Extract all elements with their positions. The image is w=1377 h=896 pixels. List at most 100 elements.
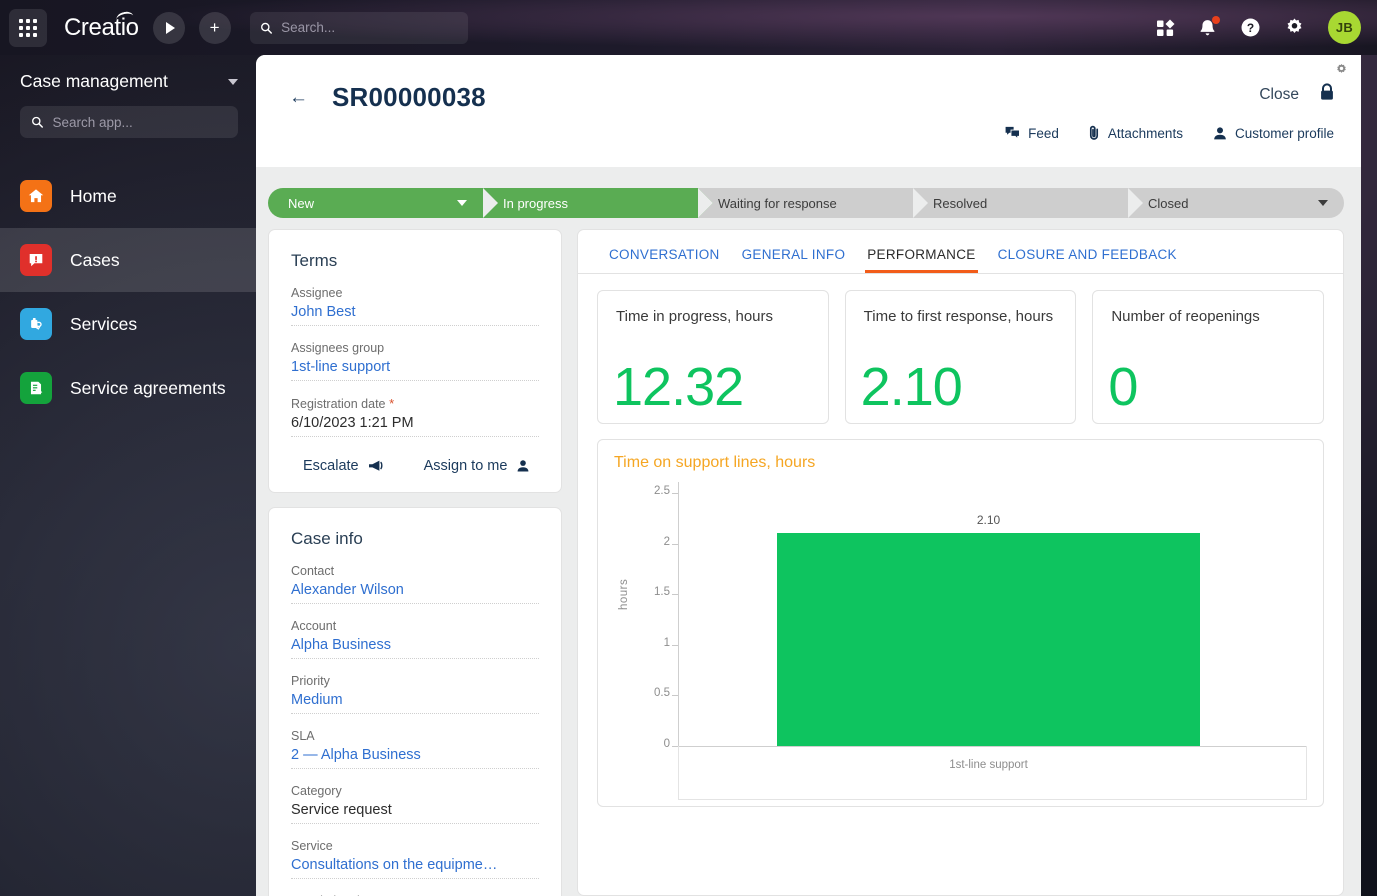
- metric-label: Time in progress, hours: [616, 308, 774, 325]
- notification-badge: [1212, 15, 1220, 24]
- metric-time-in-progress: Time in progress, hours 12.32: [597, 290, 829, 424]
- field-label: SLA: [291, 729, 315, 743]
- y-axis-tick-mark: [672, 644, 678, 646]
- scrollbar-thumb[interactable]: [1353, 113, 1359, 147]
- agreement-icon: [20, 372, 52, 404]
- app-grid-button[interactable]: [9, 8, 47, 47]
- bar[interactable]: [777, 533, 1200, 746]
- global-search[interactable]: [249, 11, 468, 44]
- help-button[interactable]: ?: [1240, 17, 1261, 38]
- field-value[interactable]: 2 — Alpha Business: [291, 747, 539, 763]
- app-selector[interactable]: Case management: [0, 55, 256, 102]
- y-axis-tick-label: 1: [663, 636, 670, 649]
- app-search[interactable]: [20, 106, 238, 138]
- attachments-button[interactable]: Attachments: [1089, 125, 1183, 141]
- y-axis-tick-mark: [672, 543, 678, 545]
- field-sla: SLA 2 — Alpha Business: [291, 714, 539, 769]
- stage-in-progress[interactable]: In progress: [483, 188, 713, 218]
- home-icon: [20, 180, 52, 212]
- svg-text:?: ?: [1247, 21, 1254, 35]
- metric-value: 2.10: [860, 356, 963, 417]
- field-value[interactable]: 1st-line support: [291, 359, 539, 375]
- chart-card: Time on support lines, hours hours 2.5 2 1…: [597, 439, 1324, 807]
- sidebar-item-home[interactable]: Home: [0, 164, 256, 228]
- tab-conversation[interactable]: CONVERSATION: [598, 247, 731, 273]
- stage-label: In progress: [503, 195, 569, 211]
- feed-label: Feed: [1028, 125, 1059, 141]
- main-panel: ← SR00000038 Close Feed Attachments Cust…: [256, 55, 1361, 896]
- metric-cards: Time in progress, hours 12.32 Time to fi…: [597, 290, 1325, 424]
- widgets-button[interactable]: [1157, 19, 1175, 37]
- sidebar: Case management Home: [0, 55, 256, 896]
- feed-icon: [1005, 126, 1020, 140]
- stage-closed[interactable]: Closed: [1128, 188, 1344, 218]
- stage-label: Resolved: [933, 195, 988, 211]
- tab-general-info[interactable]: GENERAL INFO: [731, 247, 857, 273]
- case-info-card: Case info Contact Alexander Wilson Accou…: [268, 507, 562, 896]
- field-label: Contact: [291, 564, 335, 578]
- right-column: CONVERSATION GENERAL INFO PERFORMANCE CL…: [577, 229, 1344, 896]
- stage-new[interactable]: New: [268, 188, 498, 218]
- customer-profile-button[interactable]: Customer profile: [1213, 126, 1334, 141]
- field-label: Assignee: [291, 286, 343, 300]
- y-axis-tick-label: 1.5: [654, 586, 670, 599]
- sidebar-item-cases[interactable]: Cases: [0, 228, 256, 292]
- field-label: Registration date *: [291, 396, 539, 411]
- user-avatar[interactable]: JB: [1328, 11, 1361, 44]
- creatio-logo[interactable]: Creatio: [64, 9, 139, 42]
- stage-waiting-for-response[interactable]: Waiting for response: [698, 188, 928, 218]
- performance-tab-panel: Time in progress, hours 12.32 Time to fi…: [577, 274, 1344, 896]
- metric-value: 0: [1108, 356, 1138, 417]
- x-axis-category-label: 1st-line support: [949, 759, 1028, 771]
- left-column: Terms Assignee John Best Assignees group…: [268, 229, 562, 896]
- metric-time-to-first-response: Time to first response, hours 2.10: [844, 290, 1077, 424]
- field-value[interactable]: Service request: [291, 802, 539, 818]
- stage-notch: [698, 188, 713, 218]
- close-button[interactable]: Close: [1259, 86, 1299, 104]
- app-title-label: Case management: [20, 71, 168, 91]
- tab-bar: CONVERSATION GENERAL INFO PERFORMANCE CL…: [577, 229, 1344, 274]
- search-input[interactable]: [281, 20, 458, 35]
- sidebar-item-service-agreements[interactable]: Service agreements: [0, 356, 256, 420]
- widgets-icon: [1157, 19, 1175, 36]
- field-value[interactable]: Medium: [291, 692, 539, 708]
- feed-button[interactable]: Feed: [1005, 126, 1059, 141]
- person-icon: [1214, 126, 1226, 139]
- field-value[interactable]: Alexander Wilson: [291, 582, 539, 598]
- y-axis-tick-label: 0.5: [654, 687, 670, 700]
- app-search-input[interactable]: [52, 114, 227, 130]
- escalate-button[interactable]: Escalate: [303, 458, 384, 474]
- field-category: Category Service request: [291, 769, 539, 824]
- tab-performance[interactable]: PERFORMANCE: [856, 247, 986, 273]
- notifications-button[interactable]: [1198, 15, 1220, 38]
- field-label: Account: [291, 619, 337, 633]
- field-account: Account Alpha Business: [291, 604, 539, 659]
- field-value[interactable]: Consultations on the equipme…: [291, 857, 539, 873]
- play-icon: [165, 21, 175, 34]
- field-assignees-group: Assignees group 1st-line support: [291, 326, 539, 381]
- chevron-down-icon[interactable]: [1318, 200, 1328, 206]
- page-settings-button[interactable]: [1335, 63, 1348, 81]
- megaphone-icon: [368, 460, 383, 471]
- y-axis-tick-label: 0: [663, 738, 670, 750]
- customer-profile-label: Customer profile: [1234, 125, 1334, 141]
- field-label: Service: [291, 839, 333, 853]
- record-header: ← SR00000038 Close Feed Attachments Cust…: [256, 55, 1361, 167]
- back-button[interactable]: ←: [289, 88, 308, 107]
- tab-closure-and-feedback[interactable]: CLOSURE AND FEEDBACK: [987, 247, 1188, 273]
- run-process-button[interactable]: [152, 11, 185, 44]
- field-service: Service Consultations on the equipme…: [291, 824, 539, 879]
- field-value[interactable]: John Best: [291, 304, 539, 320]
- chevron-down-icon[interactable]: [457, 200, 467, 206]
- lock-button[interactable]: [1319, 83, 1335, 106]
- add-button[interactable]: +: [198, 11, 231, 44]
- chart-title: Time on support lines, hours: [614, 454, 816, 471]
- assign-to-me-button[interactable]: Assign to me: [424, 458, 531, 474]
- settings-button[interactable]: [1284, 17, 1305, 38]
- field-value[interactable]: Alpha Business: [291, 637, 539, 653]
- field-value[interactable]: 6/10/2023 1:21 PM: [291, 415, 539, 431]
- stage-resolved[interactable]: Resolved: [913, 188, 1143, 218]
- sidebar-item-services[interactable]: Services: [0, 292, 256, 356]
- top-navigation-bar: Creatio + Search... ? JB: [0, 0, 1377, 55]
- field-assignee: Assignee John Best: [291, 271, 539, 326]
